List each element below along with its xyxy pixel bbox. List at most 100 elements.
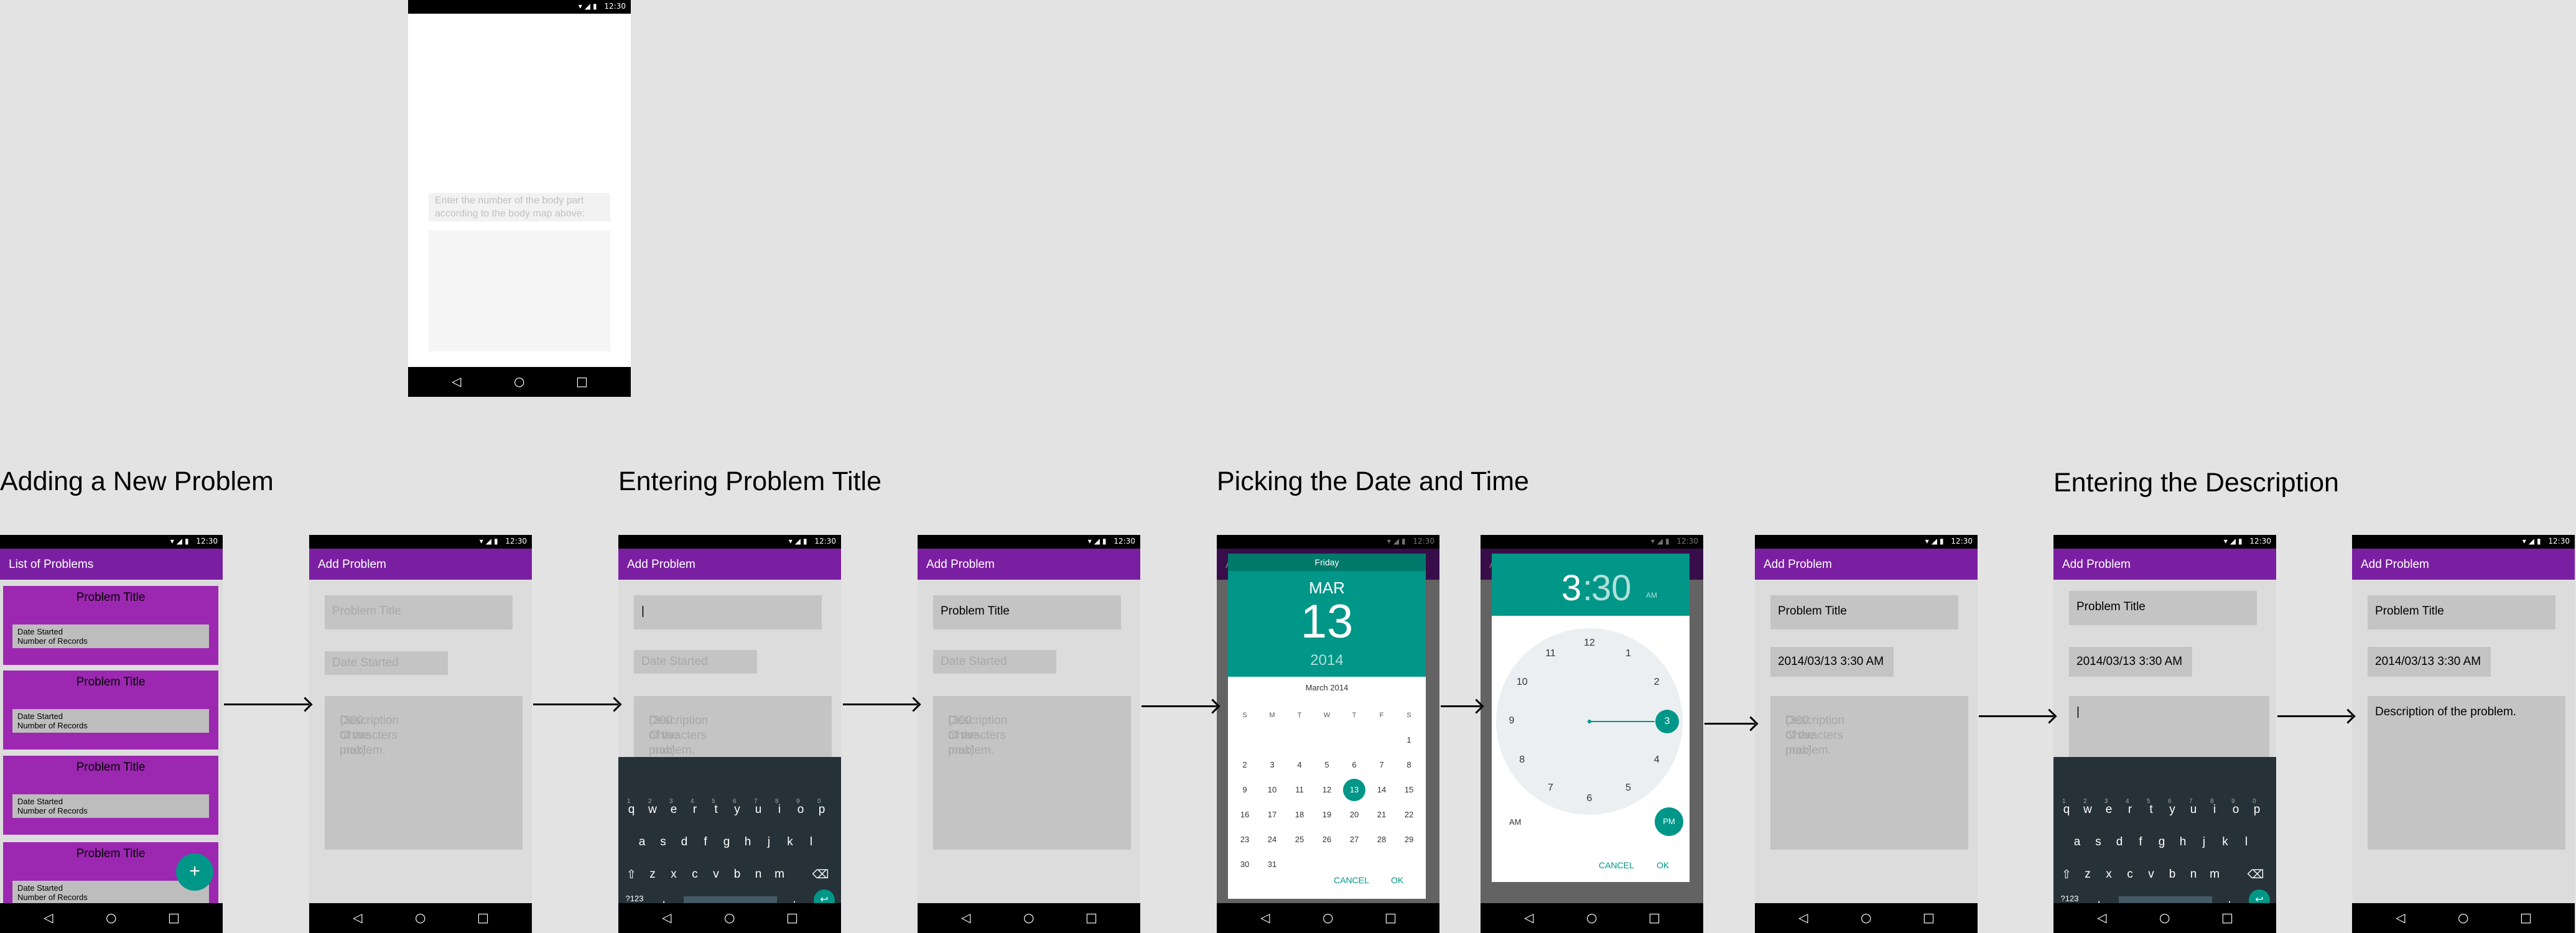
clock-number[interactable]: 11 bbox=[1543, 648, 1558, 659]
key-j[interactable]: j bbox=[2195, 835, 2213, 849]
key-f[interactable]: f bbox=[696, 835, 715, 849]
calendar-day[interactable]: 24 bbox=[1262, 835, 1283, 844]
home-button[interactable]: ○ bbox=[415, 911, 425, 924]
key-x[interactable]: x bbox=[2099, 868, 2118, 881]
home-button[interactable]: ○ bbox=[2159, 911, 2170, 924]
calendar-day[interactable]: 5 bbox=[1316, 760, 1337, 769]
calendar-day[interactable]: 29 bbox=[1398, 835, 1420, 844]
key-o[interactable]: o bbox=[2226, 803, 2245, 817]
calendar-day[interactable]: 31 bbox=[1262, 860, 1283, 869]
title-input[interactable]: Problem Title bbox=[933, 595, 1121, 629]
key-r[interactable]: r bbox=[2121, 803, 2139, 817]
backspace-key[interactable]: ⌫ bbox=[2246, 868, 2265, 882]
key-x[interactable]: x bbox=[664, 868, 683, 881]
key-o[interactable]: o bbox=[791, 803, 810, 817]
pm-button[interactable]: PM bbox=[1655, 807, 1683, 836]
recent-button[interactable]: □ bbox=[1923, 911, 1935, 924]
backspace-key[interactable]: ⌫ bbox=[811, 868, 830, 882]
calendar-day[interactable]: 11 bbox=[1289, 785, 1310, 794]
clock-number[interactable]: 2 bbox=[1649, 677, 1664, 688]
minute-label[interactable]: 30 bbox=[1591, 567, 1632, 609]
cancel-button[interactable]: CANCEL bbox=[1599, 860, 1634, 870]
ok-button[interactable]: OK bbox=[1657, 860, 1669, 870]
description-input[interactable]: | bbox=[2069, 696, 2269, 764]
key-n[interactable]: n bbox=[2184, 868, 2203, 881]
title-input[interactable]: Problem Title bbox=[325, 595, 513, 629]
calendar-day[interactable]: 27 bbox=[1344, 835, 1365, 844]
calendar-day[interactable]: 4 bbox=[1289, 760, 1310, 769]
clock-face[interactable]: 12 1 2 3 4 5 6 7 8 9 10 11 bbox=[1496, 628, 1683, 815]
ok-button[interactable]: OK bbox=[1391, 875, 1403, 885]
key-h[interactable]: h bbox=[738, 835, 757, 849]
back-button[interactable]: ◁ bbox=[353, 911, 362, 924]
home-button[interactable]: ○ bbox=[1323, 911, 1333, 924]
key-g[interactable]: g bbox=[2152, 835, 2171, 849]
selected-date[interactable]: 13 bbox=[1343, 779, 1365, 801]
key-u[interactable]: u bbox=[2184, 803, 2203, 817]
calendar-day[interactable]: 20 bbox=[1344, 810, 1365, 819]
key-y[interactable]: y bbox=[728, 803, 746, 817]
calendar-day[interactable]: 6 bbox=[1344, 760, 1365, 769]
home-button[interactable]: ○ bbox=[106, 911, 116, 924]
back-button[interactable]: ◁ bbox=[1260, 911, 1270, 924]
key-e[interactable]: e bbox=[664, 803, 683, 817]
clock-number[interactable]: 9 bbox=[1504, 715, 1519, 726]
problem-card[interactable]: Problem Title Date Started Number of Reco… bbox=[3, 671, 218, 750]
calendar-day[interactable]: 21 bbox=[1371, 810, 1392, 819]
clock-number[interactable]: 6 bbox=[1582, 793, 1597, 804]
back-button[interactable]: ◁ bbox=[44, 911, 53, 924]
recent-button[interactable]: □ bbox=[1086, 911, 1097, 924]
key-j[interactable]: j bbox=[760, 835, 778, 849]
year-label[interactable]: 2014 bbox=[1228, 652, 1426, 669]
symbols-key[interactable]: ?123 bbox=[622, 894, 647, 903]
key-t[interactable]: t bbox=[707, 803, 725, 817]
home-button[interactable]: ○ bbox=[1861, 911, 1871, 924]
title-input[interactable]: Problem Title bbox=[2368, 595, 2555, 629]
calendar-day[interactable]: 9 bbox=[1234, 785, 1255, 794]
key-q[interactable]: q bbox=[622, 803, 641, 817]
calendar-day[interactable]: 25 bbox=[1289, 835, 1310, 844]
home-button[interactable]: ○ bbox=[1023, 911, 1034, 924]
calendar-day[interactable]: 3 bbox=[1262, 760, 1283, 769]
key-z[interactable]: z bbox=[643, 868, 662, 881]
calendar-day[interactable]: 22 bbox=[1398, 810, 1420, 819]
recent-button[interactable]: □ bbox=[2221, 911, 2233, 924]
key-w[interactable]: w bbox=[2078, 803, 2097, 817]
clock-number[interactable]: 12 bbox=[1582, 638, 1597, 649]
key-e[interactable]: e bbox=[2099, 803, 2118, 817]
recent-button[interactable]: □ bbox=[2520, 911, 2532, 924]
key-v[interactable]: v bbox=[2142, 868, 2160, 881]
calendar-day[interactable]: 28 bbox=[1371, 835, 1392, 844]
key-y[interactable]: y bbox=[2163, 803, 2182, 817]
key-v[interactable]: v bbox=[707, 868, 725, 881]
shift-key[interactable]: ⇧ bbox=[2057, 868, 2076, 882]
key-k[interactable]: k bbox=[2216, 835, 2234, 849]
back-button[interactable]: ◁ bbox=[961, 911, 970, 924]
clock-number[interactable]: 5 bbox=[1621, 782, 1636, 794]
key-n[interactable]: n bbox=[749, 868, 768, 881]
shift-key[interactable]: ⇧ bbox=[622, 868, 641, 882]
ampm-header-label[interactable]: AM bbox=[1646, 591, 1657, 600]
recent-button[interactable]: □ bbox=[168, 911, 180, 924]
hour-label[interactable]: 3 bbox=[1561, 567, 1581, 609]
symbols-key[interactable]: ?123 bbox=[2057, 894, 2082, 903]
key-w[interactable]: w bbox=[643, 803, 662, 817]
title-input[interactable]: | bbox=[634, 595, 822, 629]
description-input[interactable]: Description of the problem. (300 Characte… bbox=[1770, 696, 1968, 850]
clock-number[interactable]: 4 bbox=[1649, 754, 1664, 766]
key-a[interactable]: a bbox=[633, 835, 651, 849]
key-m[interactable]: m bbox=[2205, 868, 2224, 881]
date-input[interactable]: Date Started bbox=[325, 651, 448, 675]
calendar-day[interactable]: 19 bbox=[1316, 810, 1337, 819]
key-d[interactable]: d bbox=[2110, 835, 2129, 849]
clock-number[interactable]: 8 bbox=[1515, 754, 1530, 766]
back-button[interactable]: ◁ bbox=[662, 911, 671, 924]
calendar-day[interactable]: 18 bbox=[1289, 810, 1310, 819]
key-k[interactable]: k bbox=[781, 835, 799, 849]
calendar-day[interactable]: 12 bbox=[1316, 785, 1337, 794]
date-input[interactable]: Date Started bbox=[933, 650, 1056, 674]
home-button[interactable]: ○ bbox=[724, 911, 735, 924]
key-a[interactable]: a bbox=[2068, 835, 2086, 849]
calendar-day[interactable]: 7 bbox=[1371, 760, 1392, 769]
key-b[interactable]: b bbox=[2163, 868, 2182, 881]
